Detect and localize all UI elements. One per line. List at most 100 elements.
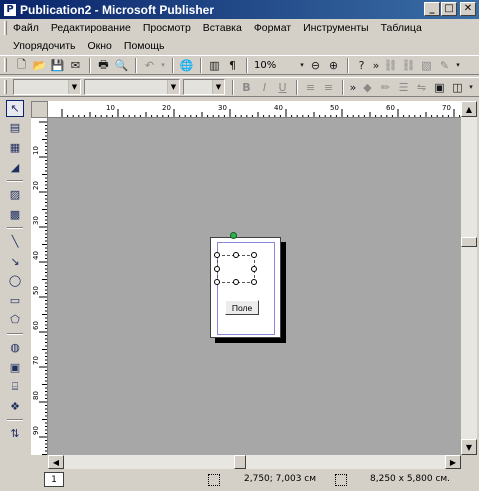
font-combo[interactable]: ▼	[84, 79, 180, 95]
table-frame-icon[interactable]: ▦	[6, 139, 24, 156]
underline-icon[interactable]: U	[274, 79, 291, 95]
toolbar-options-icon[interactable]: ▾	[454, 57, 462, 73]
menu-tools[interactable]: Инструменты	[303, 22, 368, 34]
workspace-canvas[interactable]: Поле	[48, 118, 461, 455]
line-tool-icon[interactable]: ╲	[6, 233, 24, 250]
menu-edit[interactable]: Редактирование	[51, 22, 131, 34]
italic-icon[interactable]: I	[256, 79, 273, 95]
resize-handle-tr[interactable]	[251, 252, 257, 258]
zoom-combo[interactable]: 10%	[252, 57, 298, 73]
email-icon[interactable]: ✉	[67, 57, 84, 73]
toolbar-options-icon-2[interactable]: ▾	[467, 79, 475, 95]
ruler-label: 50	[330, 104, 339, 112]
zoom-out-icon[interactable]: ⊖	[307, 57, 324, 73]
menu-view[interactable]: Просмотр	[143, 22, 191, 34]
menu-help[interactable]: Помощь	[124, 40, 165, 52]
more-buttons-icon[interactable]: »	[371, 57, 381, 73]
arrow-tool-icon[interactable]: ↘	[6, 253, 24, 270]
menu-file[interactable]: Файл	[13, 22, 39, 34]
vertical-scroll-thumb[interactable]	[461, 237, 477, 247]
fill-color-icon[interactable]: ◆	[359, 79, 376, 95]
menu-arrange[interactable]: Упорядочить	[13, 40, 75, 52]
format-painter-icon[interactable]: ✎	[436, 57, 453, 73]
style-combo[interactable]: ▼	[13, 79, 81, 95]
text-box-icon[interactable]: ▤	[6, 120, 24, 137]
align-center-icon[interactable]: ≡	[320, 79, 337, 95]
unlink-textbox-icon[interactable]: ⛓	[400, 57, 417, 73]
resize-handle-tl[interactable]	[214, 252, 220, 258]
columns-icon[interactable]: ▥	[206, 57, 223, 73]
open-folder-icon[interactable]: 📂	[31, 57, 48, 73]
resize-handle-bm[interactable]	[233, 279, 239, 285]
scroll-left-button[interactable]: ◀	[48, 455, 64, 469]
more-buttons-icon-2[interactable]: »	[348, 79, 358, 95]
form-control-icon[interactable]: ▣	[6, 359, 24, 376]
menu-window[interactable]: Окно	[87, 40, 111, 52]
hot-spot-icon[interactable]: ◍	[6, 339, 24, 356]
picture-icon[interactable]: ▧	[418, 57, 435, 73]
vertical-ruler[interactable]: 10 20 30 40 50 60 70 80 90	[31, 118, 48, 455]
undo-icon[interactable]: ↶	[141, 57, 158, 73]
align-left-icon[interactable]: ≡	[302, 79, 319, 95]
print-icon[interactable]: 🖶	[95, 57, 112, 73]
font-size-combo[interactable]: ▼	[183, 79, 225, 95]
horizontal-ruler[interactable]: 10 20 30 40 50 60 70	[48, 101, 461, 118]
scroll-down-button[interactable]: ▼	[461, 439, 477, 455]
print-preview-icon[interactable]: 🔍	[113, 57, 130, 73]
zoom-in-icon[interactable]: ⊕	[325, 57, 342, 73]
toolbar-grip-2[interactable]	[4, 80, 7, 94]
design-gallery-icon[interactable]: ❖	[6, 398, 24, 415]
page-navigator[interactable]: 1	[44, 472, 64, 487]
insert-hyperlink-icon[interactable]: 🌐	[178, 57, 195, 73]
oval-tool-icon[interactable]: ◯	[6, 273, 24, 290]
field-button[interactable]: Поле	[225, 300, 259, 315]
scroll-right-button[interactable]: ▶	[445, 455, 461, 469]
line-color-icon[interactable]: ✏	[377, 79, 394, 95]
menu-format[interactable]: Формат	[254, 22, 291, 34]
selected-object-frame[interactable]	[214, 252, 257, 285]
resize-handle-mr[interactable]	[251, 266, 257, 272]
help-icon[interactable]: ?	[353, 57, 370, 73]
autoshapes-icon[interactable]: ⬠	[6, 312, 24, 329]
undo-dropdown-icon[interactable]: ▾	[159, 57, 167, 73]
font-size-dropdown-icon[interactable]: ▼	[212, 80, 224, 94]
save-icon[interactable]: 💾	[49, 57, 66, 73]
line-style-icon[interactable]: ☰	[395, 79, 412, 95]
publication-page[interactable]: Поле	[210, 232, 281, 338]
3d-icon[interactable]: ◫	[449, 79, 466, 95]
wordart-icon[interactable]: ◢	[6, 159, 24, 176]
resize-handle-ml[interactable]	[214, 266, 220, 272]
minimize-button[interactable]: _	[424, 2, 440, 16]
horizontal-scrollbar[interactable]: ◀ ▶	[48, 455, 461, 469]
new-document-icon[interactable]: 🗋	[13, 57, 30, 73]
scroll-up-button[interactable]: ▲	[461, 101, 477, 117]
horizontal-scroll-thumb[interactable]	[234, 455, 246, 469]
resize-handle-tm[interactable]	[233, 252, 239, 258]
picture-frame-icon[interactable]: ▨	[6, 186, 24, 203]
publisher-app-icon[interactable]: P	[3, 2, 17, 17]
rotation-handle[interactable]	[230, 232, 237, 239]
dash-style-icon[interactable]: ⇋	[413, 79, 430, 95]
style-dropdown-icon[interactable]: ▼	[68, 80, 80, 94]
ruler-corner[interactable]	[31, 101, 48, 118]
select-pointer-icon[interactable]: ↖	[6, 100, 24, 117]
rectangle-tool-icon[interactable]: ▭	[6, 292, 24, 309]
menu-insert[interactable]: Вставка	[203, 22, 242, 34]
vertical-scrollbar[interactable]: ▲ ▼	[461, 101, 477, 455]
font-dropdown-icon[interactable]: ▼	[167, 80, 179, 94]
bold-icon[interactable]: B	[238, 79, 255, 95]
resize-handle-br[interactable]	[251, 279, 257, 285]
clip-art-icon[interactable]: ▩	[6, 206, 24, 223]
close-button[interactable]: ✕	[460, 2, 476, 16]
menubar-grip[interactable]	[4, 21, 7, 35]
toolbar-more-icon[interactable]: ⇅	[6, 425, 24, 442]
special-characters-icon[interactable]: ¶	[224, 57, 241, 73]
toolbar-grip[interactable]	[4, 58, 7, 72]
html-code-icon[interactable]: ⌸	[6, 378, 24, 395]
resize-handle-bl[interactable]	[214, 279, 220, 285]
zoom-dropdown-icon[interactable]: ▾	[298, 57, 306, 73]
shadow-icon[interactable]: ▣	[431, 79, 448, 95]
maximize-button[interactable]: □	[441, 2, 457, 16]
link-textbox-icon[interactable]: ⛓	[382, 57, 399, 73]
menu-table[interactable]: Таблица	[381, 22, 422, 34]
